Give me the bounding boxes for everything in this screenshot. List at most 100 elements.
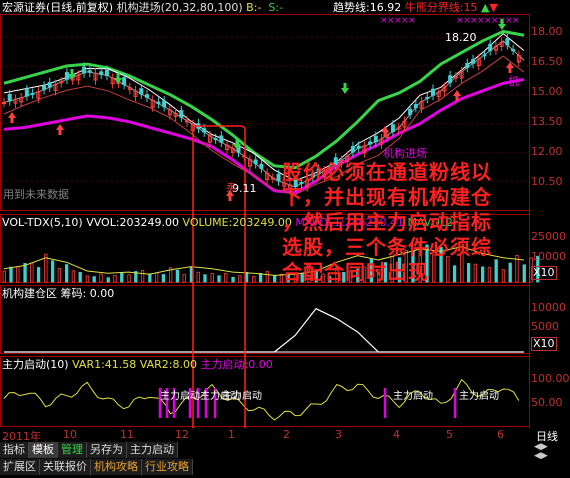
time-month: 2	[283, 428, 290, 441]
candle-body	[471, 59, 476, 64]
var2-label: VAR2:	[139, 358, 173, 371]
vol-tick: 10000	[531, 250, 566, 263]
time-month: 6	[497, 428, 504, 441]
volume-bar	[92, 276, 96, 283]
tab-save-as[interactable]: 另存为	[87, 442, 127, 458]
zl-signal-label-left2: 主力启动	[222, 391, 262, 402]
vvol-label: VVOL:	[86, 216, 120, 229]
candle-body	[408, 108, 413, 115]
var1-value: 41.58	[104, 358, 137, 371]
jc-header: 机构建仓区 筹码: 0.00	[2, 287, 114, 300]
tab-extension[interactable]: 扩展区	[0, 459, 40, 475]
candle-body	[413, 104, 418, 108]
candle-body	[7, 93, 12, 102]
candle-body	[99, 71, 104, 75]
candle-body	[139, 88, 144, 95]
candle-body	[253, 159, 258, 165]
candle-body	[162, 100, 167, 108]
jc-tick: 5000	[531, 320, 559, 333]
peak-price-label: 18.20	[445, 31, 477, 44]
candle-body	[145, 94, 149, 98]
tab-template[interactable]: 模板	[29, 442, 58, 458]
bull-bear-value: 15	[463, 1, 478, 14]
time-month: 4	[393, 428, 400, 441]
candle-body	[425, 96, 430, 99]
volume-bar	[57, 268, 62, 283]
chip-value: 0.00	[89, 287, 115, 300]
volume-bar	[480, 266, 485, 283]
var2-value: 8.00	[172, 358, 198, 371]
candle-body	[482, 54, 487, 57]
candle-body	[42, 85, 47, 91]
jc-line	[4, 307, 524, 353]
star-marker: ×	[408, 16, 416, 26]
candle-body	[505, 38, 510, 46]
volume-bar	[9, 266, 13, 283]
volume-bar	[23, 263, 27, 283]
candle-body	[2, 101, 6, 104]
volume-bar	[113, 275, 117, 283]
time-axis: 2011年 10 11 12 1 2 3 4 5 6 日线	[0, 428, 570, 443]
trend-header: 趋势线:16.92 牛熊分界线:15 ▲▼	[333, 1, 498, 14]
price-tick: 13.50	[531, 115, 563, 128]
candle-body	[122, 77, 127, 86]
zl-header: 主力启动(10) VAR1:41.58 VAR2:8.00 主力启动:0.00	[2, 358, 273, 371]
candle-body	[179, 110, 184, 118]
candle-body	[373, 135, 378, 143]
volume-label: VOLUME:	[182, 216, 233, 229]
volume-bar	[161, 274, 166, 283]
candle-body	[213, 138, 218, 141]
candle-body	[219, 135, 224, 143]
bull-bear-label: 牛熊分界线:	[404, 1, 464, 14]
candle-body	[259, 163, 264, 169]
price-tick: 15.00	[531, 85, 563, 98]
volume-bar	[508, 262, 512, 283]
tab-manage[interactable]: 管理	[58, 442, 87, 458]
volume-bar	[182, 273, 186, 283]
tab-linked-quote[interactable]: 关联报价	[40, 459, 91, 475]
buy-arrow-icon	[8, 112, 16, 123]
triangle-down-icon: ▼	[489, 1, 498, 14]
annotation-line-5: 合配合同时出现	[282, 260, 429, 284]
volume-bar	[272, 275, 277, 283]
candle-body	[511, 49, 516, 52]
star-marker: ×	[512, 16, 520, 26]
tab-indicator[interactable]: 指标	[0, 442, 29, 458]
sell-arrow-icon	[341, 83, 349, 94]
zl-signal-label-mid: 主力启动	[393, 391, 433, 402]
candle-body	[270, 177, 275, 180]
price-tick: 16.50	[531, 55, 563, 68]
s-label: S:	[268, 1, 280, 14]
volume-bar	[196, 271, 200, 283]
candle-body	[64, 72, 69, 80]
future-data-note: 用到未来数据	[3, 188, 69, 201]
volume-bar	[30, 262, 34, 283]
candle-body	[453, 76, 458, 79]
trend-label: 趋势线:	[333, 1, 370, 14]
s-value: -	[279, 1, 284, 14]
trend-value: 16.92	[369, 1, 402, 14]
time-month: 3	[335, 428, 342, 441]
volume-bar	[203, 274, 207, 283]
buy-arrow-icon	[56, 124, 64, 135]
volume-bar	[265, 271, 270, 283]
zoom-out-icon[interactable]: ◀▶	[534, 451, 548, 461]
tab-institution-guide[interactable]: 机构攻略	[91, 459, 142, 475]
tab-main-force[interactable]: 主力启动	[127, 442, 178, 458]
volume-bar	[99, 273, 103, 283]
candle-body	[87, 70, 92, 73]
time-month: 11	[120, 428, 134, 441]
volume-bar	[224, 273, 228, 283]
volume-bar	[85, 275, 90, 283]
sell-marker: 卖	[226, 183, 236, 194]
volume-bar	[501, 269, 506, 283]
main-header: 宏源证券(日线,前复权) 机构进场(20,32,80,100) B:- S:-	[2, 1, 283, 14]
candle-body	[202, 128, 207, 133]
price-tick: 18.00	[531, 25, 563, 38]
stock-title: 宏源证券(日线,前复权)	[2, 1, 114, 14]
zl-tick: 50.00	[531, 396, 563, 409]
tab-industry-guide[interactable]: 行业攻略	[142, 459, 193, 475]
candle-body	[431, 88, 435, 96]
toolbar-tabs-1: 指标 模板 管理 另存为 主力启动	[0, 442, 178, 458]
time-month: 10	[63, 428, 77, 441]
